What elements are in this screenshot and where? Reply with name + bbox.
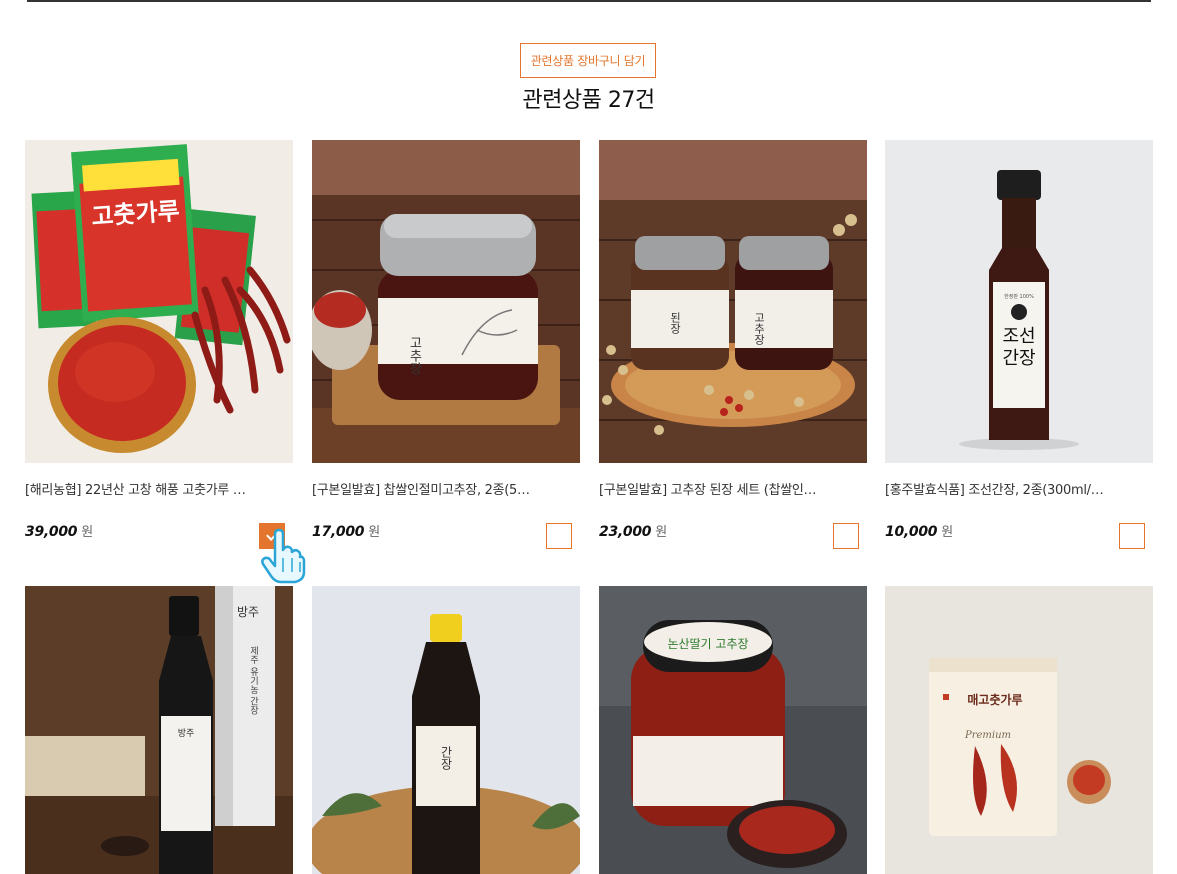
product-card: 간장 — [312, 586, 580, 874]
product-card: 한정판 100% 조선 간장 [홍주발효식품] 조선간장, 2종(300ml/…… — [885, 140, 1153, 560]
pouch-sub: Premium — [964, 730, 1011, 741]
product-image[interactable]: 논산딸기 고추장 — [599, 586, 867, 874]
product-price: 39,000 원 — [25, 524, 94, 540]
svg-text:조선: 조선 — [1002, 326, 1035, 347]
add-related-to-cart-button[interactable]: 관련상품 장바구니 담기 — [520, 43, 656, 78]
product-image[interactable]: 고춧가루 — [25, 140, 293, 463]
product-price: 10,000 원 — [885, 524, 954, 540]
product-name[interactable]: [구본일발효] 찹쌀인절미고추장, 2종(5… — [312, 479, 580, 499]
svg-text:간장: 간장 — [1002, 348, 1035, 369]
product-select-checkbox[interactable] — [833, 523, 859, 549]
product-select-checkbox[interactable] — [1119, 523, 1145, 549]
product-card: 매고춧가루 Premium — [885, 586, 1153, 874]
product-card: 고추장 [구본일발효] 찹쌀인절미고추장, 2종(5… 17,000 원 — [312, 140, 580, 560]
pouch-title: 매고춧가루 — [967, 692, 1022, 707]
svg-text:방주: 방주 — [178, 728, 195, 739]
bottle-top: 한정판 100% — [1004, 293, 1034, 300]
product-card: 논산딸기 고추장 — [599, 586, 867, 874]
jar-label-2: 된장 — [669, 312, 682, 334]
product-image[interactable]: 매고춧가루 Premium — [885, 586, 1153, 874]
product-image[interactable]: 고추장 — [312, 140, 580, 463]
product-card: 된장 고추장 [구본일발효] 고추장 된장 세트 (찹쌀인… 23,000 원 — [599, 140, 867, 560]
product-image[interactable]: 방주 제주 유기농 간장 방주 — [25, 586, 293, 874]
product-card: 고춧가루 [해리농협] 22년산 고창 해풍 고춧가루 … 39,000 원 — [25, 140, 293, 560]
product-select-checkbox[interactable] — [259, 523, 285, 549]
big-jar-top: 논산딸기 고추장 — [667, 637, 748, 651]
top-divider — [27, 0, 1151, 2]
pet-label: 간장 — [439, 746, 453, 770]
jar-label: 고추장 — [753, 312, 766, 345]
jar-label: 고추장 — [407, 336, 422, 375]
section-title: 관련상품 27건 — [522, 88, 655, 113]
product-image[interactable]: 간장 — [312, 586, 580, 874]
product-image[interactable]: 한정판 100% 조선 간장 — [885, 140, 1153, 463]
jeju-brand: 방주 — [237, 605, 259, 619]
product-select-checkbox[interactable] — [546, 523, 572, 549]
product-price: 17,000 원 — [312, 524, 381, 540]
product-price: 23,000 원 — [599, 524, 668, 540]
product-image[interactable]: 된장 고추장 — [599, 140, 867, 463]
product-name[interactable]: [구본일발효] 고추장 된장 세트 (찹쌀인… — [599, 479, 867, 499]
product-name[interactable]: [홍주발효식품] 조선간장, 2종(300ml/… — [885, 479, 1153, 499]
product-card: 방주 제주 유기농 간장 방주 — [25, 586, 293, 874]
product-name[interactable]: [해리농협] 22년산 고창 해풍 고춧가루 … — [25, 479, 293, 499]
jeju-box: 제주 유기농 간장 — [248, 646, 258, 715]
